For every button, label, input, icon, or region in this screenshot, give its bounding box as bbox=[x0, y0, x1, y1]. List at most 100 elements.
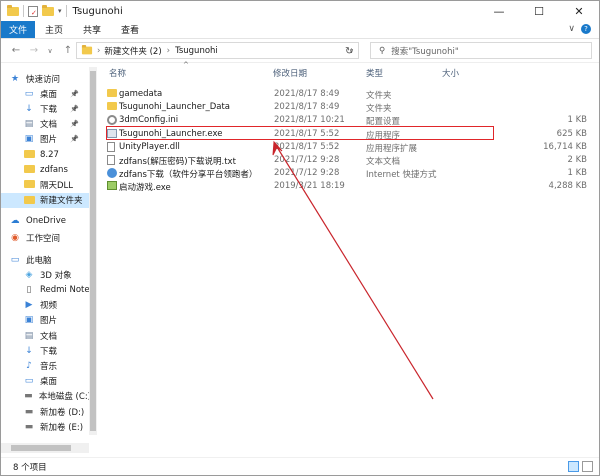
sidebar-item[interactable]: ▭ 桌面 📌 bbox=[1, 86, 91, 101]
file-date: 2019/3/21 18:19 bbox=[274, 181, 345, 192]
file-row[interactable]: zdfans下载（软件分享平台领跑者） 2021/7/12 9:28 Interne… bbox=[107, 167, 593, 180]
sidebar-item[interactable]: ★ 快速访问 bbox=[1, 71, 91, 86]
file-name: zdfans下载（软件分享平台领跑者） bbox=[119, 170, 258, 181]
explorer-window: ✓ ▾ Tsugunohi — ☐ ✕ 文件 主页 共享 查看 ∨ ? ← → … bbox=[0, 0, 600, 476]
sidebar-item[interactable]: ◉ 工作空间 bbox=[1, 231, 91, 246]
search-placeholder: 搜索"Tsugunohi" bbox=[391, 46, 459, 57]
sidebar-item[interactable]: ↓ 下载 bbox=[1, 343, 91, 358]
customize-quick-access-icon[interactable]: ▾ bbox=[58, 7, 62, 15]
sidebar-item-label: 桌面 bbox=[40, 89, 58, 100]
folder-icon bbox=[7, 4, 19, 16]
navigation-horizontal-scrollbar[interactable] bbox=[1, 443, 89, 453]
sidebar-item[interactable]: ▤ 文档 📌 bbox=[1, 117, 91, 132]
breadcrumb-folder-2[interactable]: 新建文件夹 (2) bbox=[104, 45, 161, 57]
sidebar-item[interactable]: ▯ Redmi Note bbox=[1, 282, 91, 297]
breadcrumb-tsugunohi[interactable]: Tsugunohi bbox=[175, 46, 218, 56]
file-name: 启动游戏.exe bbox=[119, 183, 171, 194]
divider bbox=[65, 5, 67, 17]
details-view-button[interactable] bbox=[568, 461, 579, 472]
tab-share[interactable]: 共享 bbox=[73, 21, 111, 38]
file-name: zdfans(解压密码)下载说明.txt bbox=[119, 157, 236, 167]
new-folder-icon[interactable] bbox=[42, 4, 54, 16]
sidebar-item[interactable]: ◈ 3D 对象 bbox=[1, 267, 91, 282]
tab-home[interactable]: 主页 bbox=[35, 21, 73, 38]
column-header-size[interactable]: 大小 bbox=[442, 67, 459, 83]
recent-locations-icon[interactable]: ∨ bbox=[43, 47, 57, 55]
sidebar-item[interactable]: ▣ 图片 📌 bbox=[1, 132, 91, 147]
column-header-name[interactable]: 名称 bbox=[109, 67, 126, 83]
large-icons-view-button[interactable] bbox=[582, 461, 593, 472]
tab-view[interactable]: 查看 bbox=[111, 21, 149, 38]
sidebar-item[interactable]: ▣ 图片 bbox=[1, 313, 91, 328]
sidebar-item[interactable]: ▬ 新加卷 (E:) bbox=[1, 419, 91, 434]
divider bbox=[23, 5, 24, 17]
document-icon: ▤ bbox=[24, 330, 34, 341]
sidebar-item[interactable]: 新建文件夹 bbox=[1, 192, 91, 208]
sidebar-item[interactable]: ▶ 视频 bbox=[1, 298, 91, 313]
up-arrow-icon[interactable]: ↑ bbox=[61, 45, 75, 56]
music-icon: ♪ bbox=[26, 360, 32, 371]
address-bar[interactable]: › 新建文件夹 (2) › Tsugunohi ∨ bbox=[76, 42, 359, 59]
sidebar-item[interactable]: ▬ 本地磁盘 (C:) bbox=[1, 389, 91, 404]
close-button[interactable]: ✕ bbox=[559, 1, 599, 21]
sidebar-item[interactable]: 隔天DLL bbox=[1, 177, 91, 192]
sidebar-item[interactable]: ↓ 下载 📌 bbox=[1, 101, 91, 116]
web-file-icon bbox=[107, 168, 117, 179]
file-size: 1 KB bbox=[567, 115, 587, 126]
computer-icon: ▭ bbox=[10, 254, 20, 265]
file-date: 2021/7/12 9:28 bbox=[274, 168, 340, 179]
file-name: 3dmConfig.ini bbox=[119, 115, 179, 126]
search-input[interactable]: ⚲ 搜索"Tsugunohi" bbox=[370, 42, 592, 59]
cloud-icon: ☁ bbox=[10, 216, 20, 227]
sidebar-item[interactable]: ♪ 音乐 bbox=[1, 358, 91, 373]
search-icon: ⚲ bbox=[379, 45, 386, 56]
sidebar-item[interactable]: 8.27 bbox=[1, 147, 91, 162]
column-header-type[interactable]: 类型 bbox=[366, 67, 383, 83]
ribbon-tabs: 文件 主页 共享 查看 ∨ ? bbox=[1, 21, 599, 39]
file-date: 2021/8/17 5:52 bbox=[274, 141, 340, 152]
file-date: 2021/8/17 10:21 bbox=[274, 115, 345, 126]
sidebar-item-label: 图片 bbox=[40, 316, 58, 327]
sidebar-item-label: 工作空间 bbox=[26, 234, 61, 245]
file-size: 16,714 KB bbox=[543, 141, 587, 152]
column-header-date[interactable]: 修改日期 bbox=[273, 67, 307, 83]
sidebar-item-label: 此电脑 bbox=[26, 255, 52, 266]
phone-icon: ▯ bbox=[26, 285, 32, 296]
download-icon: ↓ bbox=[25, 345, 33, 356]
sidebar-item-label: Redmi Note bbox=[40, 285, 90, 296]
file-type: 应用程序扩展 bbox=[366, 143, 418, 154]
sidebar-item[interactable]: ▭ 桌面 bbox=[1, 374, 91, 389]
sidebar-item[interactable]: ▭ 此电脑 bbox=[1, 252, 91, 267]
sidebar-item-label: 8.27 bbox=[40, 149, 59, 160]
expand-ribbon-icon[interactable]: ∨ bbox=[568, 24, 575, 34]
picture-icon: ▣ bbox=[24, 134, 34, 145]
file-row[interactable]: 启动游戏.exe 2019/3/21 18:19 4,288 KB bbox=[107, 180, 593, 193]
sidebar-item-label: 下载 bbox=[40, 104, 58, 115]
sidebar-item[interactable]: ▤ 文档 bbox=[1, 328, 91, 343]
file-row[interactable]: Tsugunohi_Launcher_Data 2021/8/17 8:49 文件夹 bbox=[107, 101, 593, 114]
help-icon[interactable]: ? bbox=[581, 24, 591, 34]
file-row[interactable]: gamedata 2021/8/17 8:49 文件夹 bbox=[107, 88, 593, 101]
navigation-scrollbar[interactable] bbox=[89, 67, 97, 435]
file-row[interactable]: zdfans(解压密码)下载说明.txt 2021/7/12 9:28 文本文档 2 … bbox=[107, 154, 593, 167]
sidebar-item[interactable]: ☁ OneDrive bbox=[1, 214, 91, 229]
pin-icon: 📌 bbox=[70, 135, 79, 144]
sidebar-item-label: 快速访问 bbox=[26, 74, 61, 85]
folder-icon bbox=[81, 44, 93, 55]
minimize-button[interactable]: — bbox=[479, 1, 519, 21]
desktop-icon: ▭ bbox=[24, 88, 34, 99]
properties-icon[interactable]: ✓ bbox=[28, 5, 38, 17]
sidebar-item[interactable]: ▬ 新加卷 (D:) bbox=[1, 404, 91, 419]
forward-arrow-icon[interactable]: → bbox=[27, 45, 41, 56]
back-arrow-icon[interactable]: ← bbox=[9, 45, 23, 56]
sidebar-item-label: 隔天DLL bbox=[40, 180, 74, 191]
refresh-icon[interactable]: ↻ bbox=[345, 46, 353, 57]
file-type: 文件夹 bbox=[366, 91, 392, 101]
drive-icon: ▬ bbox=[24, 421, 34, 432]
sidebar-item-label: 新加卷 (D:) bbox=[40, 407, 85, 418]
sidebar-item[interactable]: zdfans bbox=[1, 162, 91, 177]
maximize-button[interactable]: ☐ bbox=[519, 1, 559, 21]
file-row[interactable]: UnityPlayer.dll 2021/8/17 5:52 应用程序扩展 16,71… bbox=[107, 141, 593, 154]
drive-icon: ▬ bbox=[24, 391, 33, 402]
tab-file[interactable]: 文件 bbox=[1, 21, 35, 38]
